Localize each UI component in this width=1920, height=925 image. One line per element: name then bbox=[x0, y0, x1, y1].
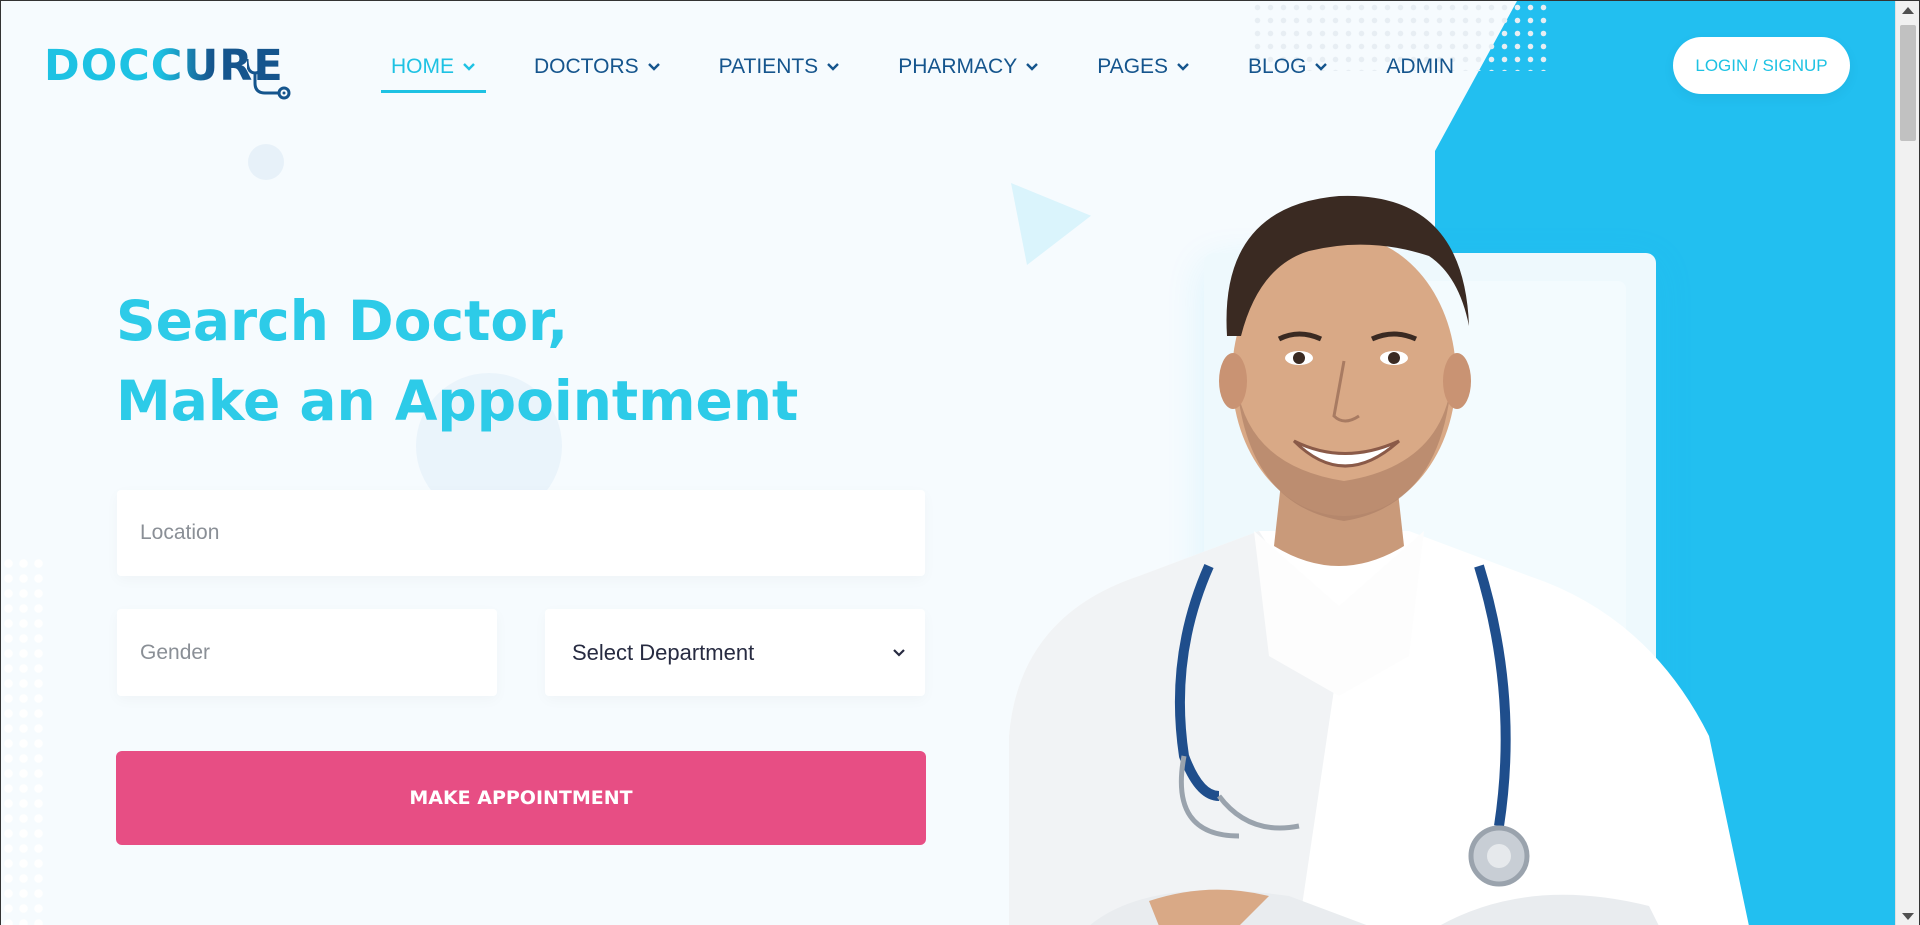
nav-item-label: PAGES bbox=[1097, 55, 1169, 78]
chevron-down-icon bbox=[1026, 63, 1039, 71]
chevron-down-icon bbox=[647, 63, 660, 71]
nav-item-label: PATIENTS bbox=[718, 55, 819, 78]
nav-item-pharmacy[interactable]: PHARMACY bbox=[888, 47, 1049, 87]
chevron-down-icon bbox=[1177, 63, 1189, 71]
doctor-illustration bbox=[1009, 195, 1749, 925]
login-signup-button[interactable]: LOGIN / SIGNUP bbox=[1673, 37, 1850, 94]
make-appointment-button[interactable]: MAKE APPOINTMENT bbox=[116, 751, 926, 845]
decor-circle-small bbox=[248, 144, 284, 180]
nav-item-admin[interactable]: ADMIN bbox=[1376, 47, 1464, 87]
main-nav: HOME DOCTORS PATIENTS PHARMACY PAGES BLO… bbox=[381, 47, 1502, 93]
nav-item-label: HOME bbox=[391, 55, 454, 78]
logo[interactable]: DOCCURE bbox=[44, 31, 294, 101]
stethoscope-icon bbox=[247, 58, 291, 100]
chevron-down-icon bbox=[1315, 63, 1328, 71]
dot-pattern-left bbox=[1, 556, 45, 925]
chevron-down-icon bbox=[463, 63, 475, 71]
department-select[interactable]: Select Department bbox=[545, 609, 925, 696]
nav-item-pages[interactable]: PAGES bbox=[1087, 47, 1200, 87]
scroll-up-arrow-icon[interactable] bbox=[1902, 7, 1914, 14]
scroll-thumb[interactable] bbox=[1900, 25, 1916, 141]
scrollbar[interactable] bbox=[1895, 1, 1919, 925]
nav-item-label: ADMIN bbox=[1386, 55, 1455, 78]
nav-item-home[interactable]: HOME bbox=[381, 47, 486, 93]
nav-item-doctors[interactable]: DOCTORS bbox=[524, 47, 671, 87]
page: DOCCURE HOME DOCTORS PATIENTS PHARMACY P… bbox=[1, 1, 1895, 925]
chevron-down-icon bbox=[893, 648, 905, 657]
nav-item-label: DOCTORS bbox=[534, 55, 639, 78]
nav-item-blog[interactable]: BLOG bbox=[1238, 47, 1338, 87]
scroll-down-arrow-icon[interactable] bbox=[1902, 913, 1914, 920]
hero-title-line2: Make an Appointment bbox=[116, 369, 799, 433]
chevron-down-icon bbox=[827, 63, 840, 71]
location-input[interactable] bbox=[117, 490, 925, 576]
nav-item-label: BLOG bbox=[1248, 55, 1307, 78]
gender-input[interactable] bbox=[117, 609, 497, 696]
hero-title-line1: Search Doctor, bbox=[116, 289, 569, 353]
hero-title: Search Doctor, Make an Appointment bbox=[116, 281, 798, 441]
nav-item-patients[interactable]: PATIENTS bbox=[709, 47, 851, 87]
department-select-value: Select Department bbox=[572, 639, 755, 665]
nav-item-label: PHARMACY bbox=[898, 55, 1018, 78]
